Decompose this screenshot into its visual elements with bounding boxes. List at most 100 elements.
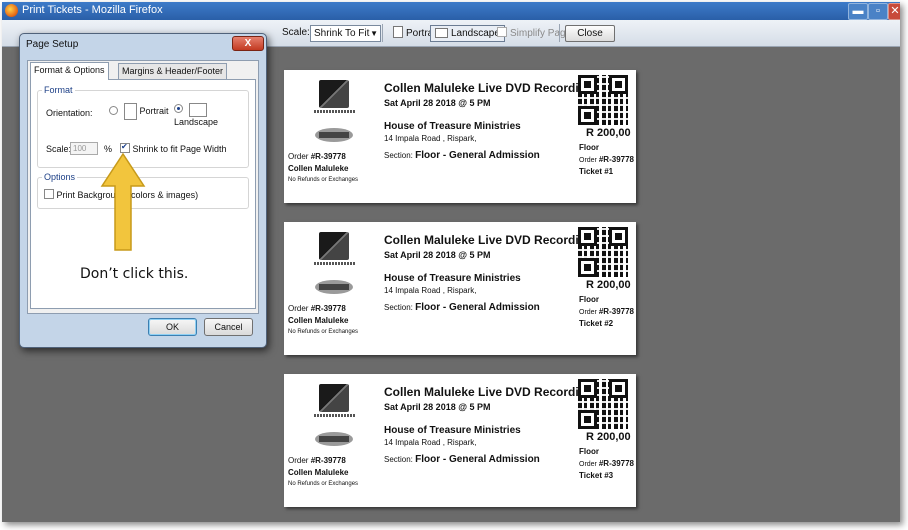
tab-margins-header-footer[interactable]: Margins & Header/Footer — [118, 63, 228, 79]
portrait-radio[interactable]: Portrait — [109, 103, 169, 120]
scale-label: Scale: — [46, 144, 72, 154]
magic-logo-icon — [315, 280, 353, 294]
section-label: Section: — [384, 151, 413, 160]
order-label: Order — [288, 456, 309, 465]
order-value: #R-39778 — [598, 155, 634, 164]
section-info: Section: Floor - General Admission — [384, 150, 540, 161]
ticket-page-2: Order #R-39778 Collen Maluleke No Refund… — [284, 222, 636, 355]
orientation-label: Orientation: — [46, 108, 93, 118]
order-label: Order — [579, 461, 597, 468]
portrait-page-icon — [393, 26, 403, 38]
format-group-label: Format — [42, 85, 75, 95]
order-value: #R-39778 — [598, 307, 634, 316]
scale-input[interactable]: 100 — [70, 142, 98, 155]
ticket-page-3: Order #R-39778 Collen Maluleke No Refund… — [284, 374, 636, 507]
logo-subtext — [314, 414, 356, 417]
event-logo-icon — [319, 80, 349, 108]
no-refund-notice: No Refunds or Exchanges — [288, 177, 359, 183]
venue-name: House of Treasure Ministries — [384, 121, 521, 132]
scale-select[interactable]: Shrink To Fit ▼ — [310, 25, 381, 42]
buyer-name: Collen Maluleke — [288, 316, 349, 325]
shrink-to-fit-label: Shrink to fit Page Width — [132, 144, 227, 154]
qr-code-icon — [578, 227, 628, 277]
qr-code-icon — [578, 75, 628, 125]
venue-name: House of Treasure Ministries — [384, 425, 521, 436]
event-title: Collen Maluleke Live DVD Recording — [384, 385, 594, 399]
cancel-button[interactable]: Cancel — [204, 318, 253, 336]
window-close-button[interactable]: ✕ — [888, 3, 900, 20]
title-bar: Print Tickets - Mozilla Firefox ▬ ▫ ✕ — [2, 2, 900, 20]
venue-address: 14 Impala Road , Rispark, — [384, 438, 477, 447]
venue-address: 14 Impala Road , Rispark, — [384, 286, 477, 295]
simplify-label: Simplify Page — [510, 28, 572, 39]
annotation-arrow-icon — [100, 152, 146, 251]
event-date: Sat April 28 2018 @ 5 PM — [384, 250, 491, 260]
order-number: Order #R-39778 — [288, 304, 346, 313]
logo-subtext — [314, 110, 356, 113]
magic-logo-icon — [315, 128, 353, 142]
ticket-number: Ticket #2 — [579, 319, 614, 328]
landscape-radio[interactable]: Landscape — [174, 103, 248, 127]
order-value: #R-39778 — [598, 459, 634, 468]
section-info: Section: Floor - General Admission — [384, 454, 540, 465]
buyer-name: Collen Maluleke — [288, 468, 349, 477]
toolbar-separator — [382, 24, 383, 42]
section-value: Floor - General Admission — [415, 150, 540, 161]
order-number-stub: Order #R-39778 — [579, 459, 634, 468]
minimize-button[interactable]: ▬ — [848, 3, 868, 20]
ok-button[interactable]: OK — [148, 318, 197, 336]
landscape-page-icon — [435, 28, 448, 38]
browser-window: Print Tickets - Mozilla Firefox ▬ ▫ ✕ Sc… — [2, 2, 900, 522]
order-number-stub: Order #R-39778 — [579, 155, 634, 164]
window-title: Print Tickets - Mozilla Firefox — [22, 4, 163, 16]
portrait-option-label: Portrait — [139, 105, 169, 116]
ticket-price: R 200,00 — [586, 431, 631, 443]
section-label: Section: — [384, 303, 413, 312]
maximize-button[interactable]: ▫ — [868, 3, 888, 20]
order-value: #R-39778 — [310, 152, 346, 161]
no-refund-notice: No Refunds or Exchanges — [288, 481, 359, 487]
seat-type: Floor — [579, 295, 599, 304]
ticket-number: Ticket #1 — [579, 167, 614, 176]
options-group-label: Options — [42, 172, 78, 182]
section-value: Floor - General Admission — [415, 302, 540, 313]
order-label: Order — [288, 152, 309, 161]
chevron-down-icon: ▼ — [370, 29, 378, 38]
scale-select-value: Shrink To Fit — [314, 28, 370, 39]
event-title: Collen Maluleke Live DVD Recording — [384, 233, 594, 247]
close-preview-button[interactable]: Close — [565, 25, 615, 42]
seat-type: Floor — [579, 143, 599, 152]
ticket-price: R 200,00 — [586, 279, 631, 291]
firefox-icon — [5, 4, 18, 17]
seat-type: Floor — [579, 447, 599, 456]
toolbar-separator — [559, 24, 560, 42]
radio-selected-icon — [174, 104, 183, 114]
order-value: #R-39778 — [310, 304, 346, 313]
checkbox-icon — [497, 27, 507, 37]
venue-name: House of Treasure Ministries — [384, 273, 521, 284]
magic-logo-icon — [315, 432, 353, 446]
logo-subtext — [314, 262, 356, 265]
checkbox-icon — [44, 189, 54, 199]
simplify-page-checkbox[interactable]: Simplify Page — [492, 25, 576, 42]
order-value: #R-39778 — [310, 456, 346, 465]
ticket-page-1: Order #R-39778 Collen Maluleke No Refund… — [284, 70, 636, 203]
no-refund-notice: No Refunds or Exchanges — [288, 329, 359, 335]
event-date: Sat April 28 2018 @ 5 PM — [384, 98, 491, 108]
portrait-page-icon — [123, 103, 137, 120]
order-label: Order — [288, 304, 309, 313]
qr-code-icon — [578, 379, 628, 429]
order-label: Order — [579, 157, 597, 164]
dialog-title: Page Setup — [26, 39, 79, 50]
venue-address: 14 Impala Road , Rispark, — [384, 134, 477, 143]
dialog-close-button[interactable]: X — [232, 36, 264, 51]
section-value: Floor - General Admission — [415, 454, 540, 465]
order-number: Order #R-39778 — [288, 456, 346, 465]
event-logo-icon — [319, 384, 349, 412]
event-logo-icon — [319, 232, 349, 260]
annotation-text: Don’t click this. — [76, 264, 193, 284]
ticket-number: Ticket #3 — [579, 471, 614, 480]
ticket-price: R 200,00 — [586, 127, 631, 139]
event-date: Sat April 28 2018 @ 5 PM — [384, 402, 491, 412]
tab-format-options[interactable]: Format & Options — [30, 62, 109, 80]
